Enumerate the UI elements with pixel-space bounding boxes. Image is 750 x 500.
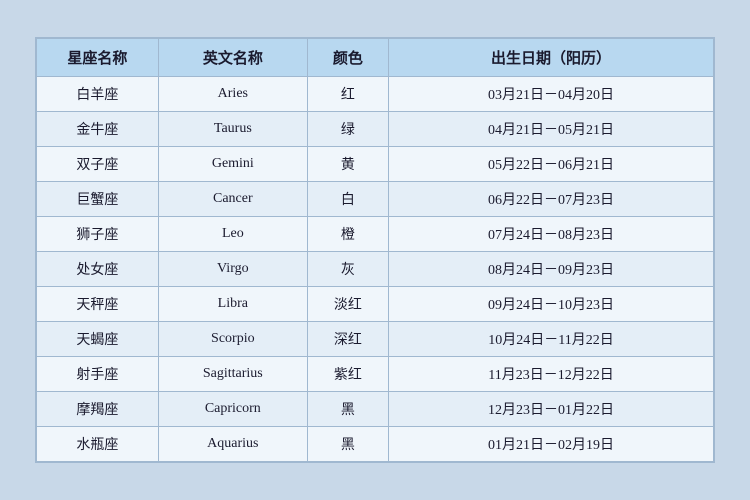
- cell-english: Capricorn: [158, 392, 307, 427]
- cell-chinese: 巨蟹座: [37, 182, 159, 217]
- cell-english: Taurus: [158, 112, 307, 147]
- table-row: 天秤座Libra淡红09月24日－10月23日: [37, 287, 714, 322]
- cell-date: 08月24日－09月23日: [389, 252, 714, 287]
- cell-chinese: 处女座: [37, 252, 159, 287]
- cell-chinese: 天蝎座: [37, 322, 159, 357]
- cell-color: 红: [307, 77, 388, 112]
- cell-english: Aries: [158, 77, 307, 112]
- zodiac-table: 星座名称 英文名称 颜色 出生日期（阳历） 白羊座Aries红03月21日－04…: [36, 38, 714, 462]
- cell-chinese: 水瓶座: [37, 427, 159, 462]
- cell-date: 05月22日－06月21日: [389, 147, 714, 182]
- cell-chinese: 金牛座: [37, 112, 159, 147]
- cell-english: Sagittarius: [158, 357, 307, 392]
- table-row: 水瓶座Aquarius黑01月21日－02月19日: [37, 427, 714, 462]
- cell-color: 深红: [307, 322, 388, 357]
- header-english: 英文名称: [158, 39, 307, 77]
- cell-english: Gemini: [158, 147, 307, 182]
- cell-date: 06月22日－07月23日: [389, 182, 714, 217]
- cell-chinese: 天秤座: [37, 287, 159, 322]
- cell-date: 01月21日－02月19日: [389, 427, 714, 462]
- cell-chinese: 射手座: [37, 357, 159, 392]
- cell-date: 07月24日－08月23日: [389, 217, 714, 252]
- cell-color: 紫红: [307, 357, 388, 392]
- table-row: 摩羯座Capricorn黑12月23日－01月22日: [37, 392, 714, 427]
- cell-chinese: 双子座: [37, 147, 159, 182]
- cell-date: 03月21日－04月20日: [389, 77, 714, 112]
- cell-english: Libra: [158, 287, 307, 322]
- cell-color: 灰: [307, 252, 388, 287]
- zodiac-table-container: 星座名称 英文名称 颜色 出生日期（阳历） 白羊座Aries红03月21日－04…: [35, 37, 715, 463]
- cell-english: Virgo: [158, 252, 307, 287]
- cell-english: Scorpio: [158, 322, 307, 357]
- cell-color: 淡红: [307, 287, 388, 322]
- cell-date: 12月23日－01月22日: [389, 392, 714, 427]
- header-color: 颜色: [307, 39, 388, 77]
- cell-date: 11月23日－12月22日: [389, 357, 714, 392]
- cell-date: 09月24日－10月23日: [389, 287, 714, 322]
- table-row: 处女座Virgo灰08月24日－09月23日: [37, 252, 714, 287]
- cell-date: 04月21日－05月21日: [389, 112, 714, 147]
- table-header-row: 星座名称 英文名称 颜色 出生日期（阳历）: [37, 39, 714, 77]
- table-row: 狮子座Leo橙07月24日－08月23日: [37, 217, 714, 252]
- table-row: 巨蟹座Cancer白06月22日－07月23日: [37, 182, 714, 217]
- cell-chinese: 摩羯座: [37, 392, 159, 427]
- table-row: 双子座Gemini黄05月22日－06月21日: [37, 147, 714, 182]
- cell-english: Cancer: [158, 182, 307, 217]
- table-row: 白羊座Aries红03月21日－04月20日: [37, 77, 714, 112]
- cell-date: 10月24日－11月22日: [389, 322, 714, 357]
- cell-color: 黑: [307, 392, 388, 427]
- table-row: 射手座Sagittarius紫红11月23日－12月22日: [37, 357, 714, 392]
- cell-english: Aquarius: [158, 427, 307, 462]
- cell-english: Leo: [158, 217, 307, 252]
- table-row: 天蝎座Scorpio深红10月24日－11月22日: [37, 322, 714, 357]
- cell-color: 橙: [307, 217, 388, 252]
- cell-chinese: 狮子座: [37, 217, 159, 252]
- cell-color: 黄: [307, 147, 388, 182]
- cell-color: 白: [307, 182, 388, 217]
- cell-color: 黑: [307, 427, 388, 462]
- header-date: 出生日期（阳历）: [389, 39, 714, 77]
- cell-chinese: 白羊座: [37, 77, 159, 112]
- table-body: 白羊座Aries红03月21日－04月20日金牛座Taurus绿04月21日－0…: [37, 77, 714, 462]
- header-chinese: 星座名称: [37, 39, 159, 77]
- cell-color: 绿: [307, 112, 388, 147]
- table-row: 金牛座Taurus绿04月21日－05月21日: [37, 112, 714, 147]
